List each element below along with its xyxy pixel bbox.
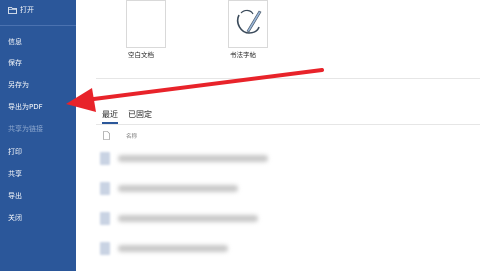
sidebar-item-export-pdf[interactable]: 导出为PDF [8, 103, 43, 112]
template-calligraphy[interactable] [228, 0, 268, 48]
column-header-name: 名称 [126, 134, 138, 140]
sidebar-item-share[interactable]: 共享 [8, 170, 22, 179]
recent-file-row[interactable] [98, 240, 278, 258]
sidebar-item-share-link: 共享为链接 [8, 125, 43, 133]
backstage-sidebar: 打开 信息 保存 另存为 导出为PDF 共享为链接 打印 共享 导出 关闭 [0, 0, 76, 271]
template-calligraphy-label: 书法字帖 [230, 51, 256, 59]
recent-file-row[interactable] [98, 210, 278, 228]
recent-file-row[interactable] [98, 150, 278, 168]
recent-file-row[interactable] [98, 180, 278, 198]
sidebar-open-label: 打开 [20, 6, 34, 14]
file-icon [100, 152, 110, 165]
sidebar-item-close[interactable]: 关闭 [8, 214, 22, 223]
file-name-blurred [118, 215, 258, 222]
tab-recent[interactable]: 最近 [102, 109, 118, 120]
calligraphy-brush-icon [236, 9, 262, 34]
document-icon [103, 131, 110, 140]
section-divider [96, 78, 480, 79]
file-name-blurred [118, 185, 238, 192]
file-icon [100, 242, 110, 255]
template-blank-document[interactable] [126, 0, 166, 48]
template-blank-label: 空白文档 [128, 51, 154, 59]
sidebar-item-export[interactable]: 导出 [8, 192, 22, 201]
sidebar-item-save[interactable]: 保存 [8, 59, 22, 68]
sidebar-item-print[interactable]: 打印 [8, 148, 22, 157]
sidebar-item-info[interactable]: 信息 [8, 38, 22, 47]
file-icon [100, 182, 110, 195]
file-icon [100, 212, 110, 225]
file-name-blurred [118, 245, 228, 252]
file-name-blurred [118, 155, 268, 162]
folder-open-icon [8, 7, 17, 14]
tabs-divider [96, 124, 480, 125]
tab-pinned[interactable]: 已固定 [128, 109, 152, 120]
sidebar-open-item[interactable]: 打开 [8, 6, 34, 15]
sidebar-item-save-as[interactable]: 另存为 [8, 81, 29, 90]
sidebar-divider [0, 25, 76, 26]
backstage-main: 空白文档 书法字帖 最近 已固定 名称 [76, 0, 480, 271]
